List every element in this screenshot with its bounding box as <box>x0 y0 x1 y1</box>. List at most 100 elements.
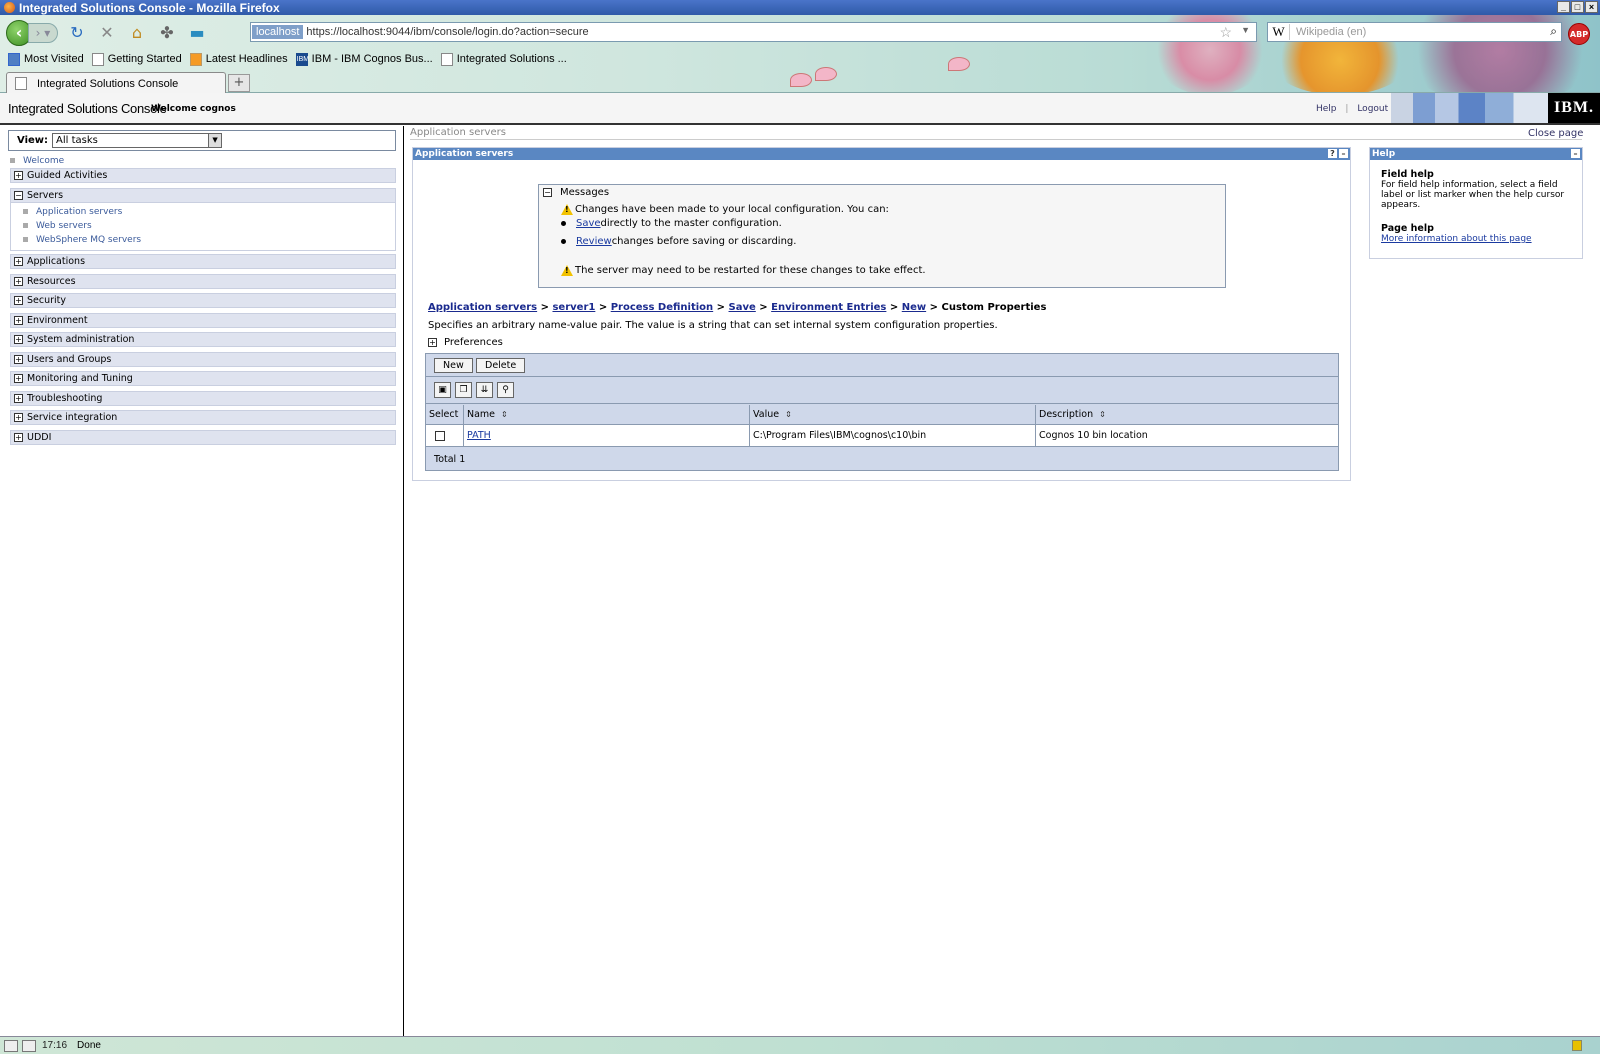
lock-icon[interactable] <box>1572 1040 1582 1051</box>
view-filter: View: All tasks ▼ <box>8 130 396 151</box>
forward-button[interactable]: › ▾ <box>28 23 58 43</box>
collapse-icon[interactable]: − <box>543 188 552 197</box>
breadcrumb-save[interactable]: Save <box>729 302 756 313</box>
nav-item-web-servers[interactable]: Web servers <box>23 221 92 231</box>
breadcrumb-application-servers[interactable]: Application servers <box>428 302 537 313</box>
nav-group-monitoring-and-tuning[interactable]: + Monitoring and Tuning <box>10 371 396 386</box>
collapse-icon[interactable]: − <box>14 191 23 200</box>
sort-icon[interactable]: ⇕ <box>1099 410 1106 419</box>
expand-icon[interactable]: + <box>14 355 23 364</box>
reload-icon[interactable]: ↻ <box>66 22 88 44</box>
search-bar[interactable]: W Wikipedia (en) ⌕ <box>1267 22 1562 42</box>
sync-icon[interactable]: ▬ <box>186 22 208 44</box>
nav-group-system-administration[interactable]: + System administration <box>10 332 396 347</box>
nav-group-uddi[interactable]: + UDDI <box>10 430 396 445</box>
logout-link[interactable]: Logout <box>1357 104 1388 114</box>
new-button[interactable]: New <box>434 358 473 373</box>
nav-group-service-integration[interactable]: + Service integration <box>10 410 396 425</box>
clear-filter-icon[interactable]: ⚲ <box>497 382 514 398</box>
site-identity[interactable]: localhost <box>252 25 304 39</box>
view-select[interactable]: All tasks ▼ <box>52 133 223 148</box>
page-icon <box>440 52 453 66</box>
chevron-down-icon[interactable]: ▼ <box>208 134 222 147</box>
help-minimize-icon[interactable]: – <box>1571 149 1580 158</box>
close-window-button[interactable]: × <box>1585 1 1598 13</box>
expand-icon[interactable]: + <box>14 374 23 383</box>
minimize-button[interactable]: _ <box>1557 1 1570 13</box>
column-header-value[interactable]: Value ⇕ <box>750 405 1036 424</box>
nav-group-servers[interactable]: − Servers <box>10 188 396 203</box>
breadcrumb-process-definition[interactable]: Process Definition <box>611 302 713 313</box>
nav-group-applications[interactable]: + Applications <box>10 254 396 269</box>
expand-icon[interactable]: + <box>428 338 437 347</box>
bookmark-integrated-solutions[interactable]: Integrated Solutions ... <box>440 52 567 66</box>
expand-icon[interactable]: + <box>14 394 23 403</box>
panel-help-icon[interactable]: ? <box>1328 149 1337 158</box>
breadcrumb-server1[interactable]: server1 <box>552 302 595 313</box>
adblock-icon[interactable]: ABP <box>1568 23 1590 45</box>
expand-icon[interactable]: + <box>14 296 23 305</box>
help-titlebar: Help – <box>1370 148 1582 160</box>
page-help-link[interactable]: More information about this page <box>1381 234 1577 244</box>
messages-header[interactable]: − Messages <box>543 187 609 198</box>
close-page-link[interactable]: Close page <box>1528 128 1583 139</box>
url-text[interactable]: https://localhost:9044/ibm/console/login… <box>306 26 588 38</box>
nav-item-application-servers[interactable]: Application servers <box>23 207 122 217</box>
nav-group-guided-activities[interactable]: + Guided Activities <box>10 168 396 183</box>
expand-icon[interactable]: + <box>14 257 23 266</box>
home-icon[interactable]: ⌂ <box>126 22 148 44</box>
column-header-description[interactable]: Description ⇕ <box>1036 405 1338 424</box>
nav-group-troubleshooting[interactable]: + Troubleshooting <box>10 391 396 406</box>
nav-group-users-and-groups[interactable]: + Users and Groups <box>10 352 396 367</box>
row-checkbox[interactable] <box>435 430 445 441</box>
bookmark-ibm-cognos[interactable]: IBM IBM - IBM Cognos Bus... <box>295 52 433 66</box>
select-all-icon[interactable]: ▣ <box>434 382 451 398</box>
expand-icon[interactable]: + <box>14 277 23 286</box>
console-header: Integrated Solutions Console Welcome cog… <box>0 93 1600 125</box>
breadcrumb-environment-entries[interactable]: Environment Entries <box>771 302 886 313</box>
expand-icon[interactable]: + <box>14 316 23 325</box>
column-header-name[interactable]: Name ⇕ <box>464 405 750 424</box>
search-icon[interactable]: ⌕ <box>1550 24 1557 39</box>
addon-icon[interactable]: ✤ <box>156 22 178 44</box>
review-link[interactable]: Review <box>576 236 612 247</box>
description-cell: Cognos 10 bin location <box>1039 430 1148 441</box>
bookmark-latest-headlines[interactable]: Latest Headlines <box>189 52 288 66</box>
url-bar[interactable]: localhost https://localhost:9044/ibm/con… <box>250 22 1257 42</box>
deselect-all-icon[interactable]: ❐ <box>455 382 472 398</box>
new-tab-button[interactable]: + <box>228 74 250 92</box>
expand-icon[interactable]: + <box>14 413 23 422</box>
nav-group-security[interactable]: + Security <box>10 293 396 308</box>
nav-group-resources[interactable]: + Resources <box>10 274 396 289</box>
search-placeholder[interactable]: Wikipedia (en) <box>1296 26 1366 38</box>
expand-icon[interactable]: + <box>14 433 23 442</box>
tab-integrated-solutions-console[interactable]: Integrated Solutions Console <box>6 72 226 93</box>
expand-icon[interactable]: + <box>14 335 23 344</box>
delete-button[interactable]: Delete <box>476 358 526 373</box>
preferences-toggle[interactable]: + Preferences <box>428 337 503 348</box>
nav-item-websphere-mq-servers[interactable]: WebSphere MQ servers <box>23 235 141 245</box>
save-link[interactable]: Save <box>576 218 601 229</box>
page-breadcrumb: Application servers <box>410 127 506 138</box>
servers-subitems: Application servers Web servers WebSpher… <box>10 203 396 251</box>
search-engine-icon[interactable]: W <box>1268 24 1290 40</box>
expand-icon[interactable]: + <box>14 171 23 180</box>
maximize-button[interactable]: □ <box>1571 1 1584 13</box>
status-icon[interactable] <box>4 1039 18 1052</box>
field-help-section: Field help For field help information, s… <box>1381 169 1577 210</box>
breadcrumb-new[interactable]: New <box>902 302 926 313</box>
sort-icon[interactable]: ⇕ <box>501 410 508 419</box>
help-link[interactable]: Help <box>1316 104 1337 114</box>
nav-welcome-link[interactable]: Welcome <box>10 156 64 166</box>
bookmark-getting-started[interactable]: Getting Started <box>91 52 182 66</box>
stop-icon[interactable]: ✕ <box>96 22 118 44</box>
show-filter-icon[interactable]: ⇊ <box>476 382 493 398</box>
property-name-link[interactable]: PATH <box>467 430 491 441</box>
bookmark-most-visited[interactable]: Most Visited <box>8 52 84 66</box>
status-icon[interactable] <box>22 1039 36 1052</box>
nav-group-environment[interactable]: + Environment <box>10 313 396 328</box>
bookmark-star-icon[interactable]: ☆ <box>1219 24 1232 41</box>
sort-icon[interactable]: ⇕ <box>785 410 792 419</box>
panel-minimize-icon[interactable]: – <box>1339 149 1348 158</box>
url-dropdown-icon[interactable]: ▼ <box>1241 25 1250 35</box>
